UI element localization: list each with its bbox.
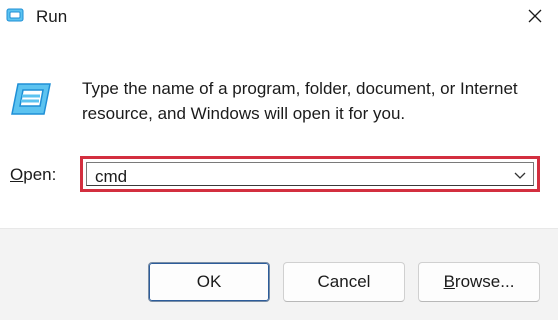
open-combobox-highlight[interactable]: cmd <box>80 156 540 192</box>
open-label-accelerator: O <box>10 165 24 184</box>
browse-button[interactable]: Browse... <box>418 262 540 302</box>
description-text: Type the name of a program, folder, docu… <box>82 79 518 123</box>
browse-accelerator: B <box>443 272 455 291</box>
window-title: Run <box>36 7 68 26</box>
open-input[interactable]: cmd <box>95 167 127 187</box>
browse-label-text: rowse... <box>454 272 515 291</box>
open-label-text: pen: <box>23 165 57 184</box>
open-label: Open: <box>10 164 56 186</box>
title-bar: Run <box>0 0 558 36</box>
close-icon <box>527 8 543 29</box>
chevron-down-icon[interactable] <box>513 168 527 182</box>
open-combobox[interactable]: cmd <box>86 162 534 186</box>
run-dialog: Run Type the name of a program, folder, … <box>0 0 558 320</box>
run-icon <box>6 8 24 22</box>
button-bar: OK Cancel Browse... <box>0 228 558 320</box>
cancel-button[interactable]: Cancel <box>283 262 405 302</box>
run-icon <box>10 82 52 116</box>
ok-button[interactable]: OK <box>148 262 270 302</box>
close-button[interactable] <box>512 0 558 36</box>
